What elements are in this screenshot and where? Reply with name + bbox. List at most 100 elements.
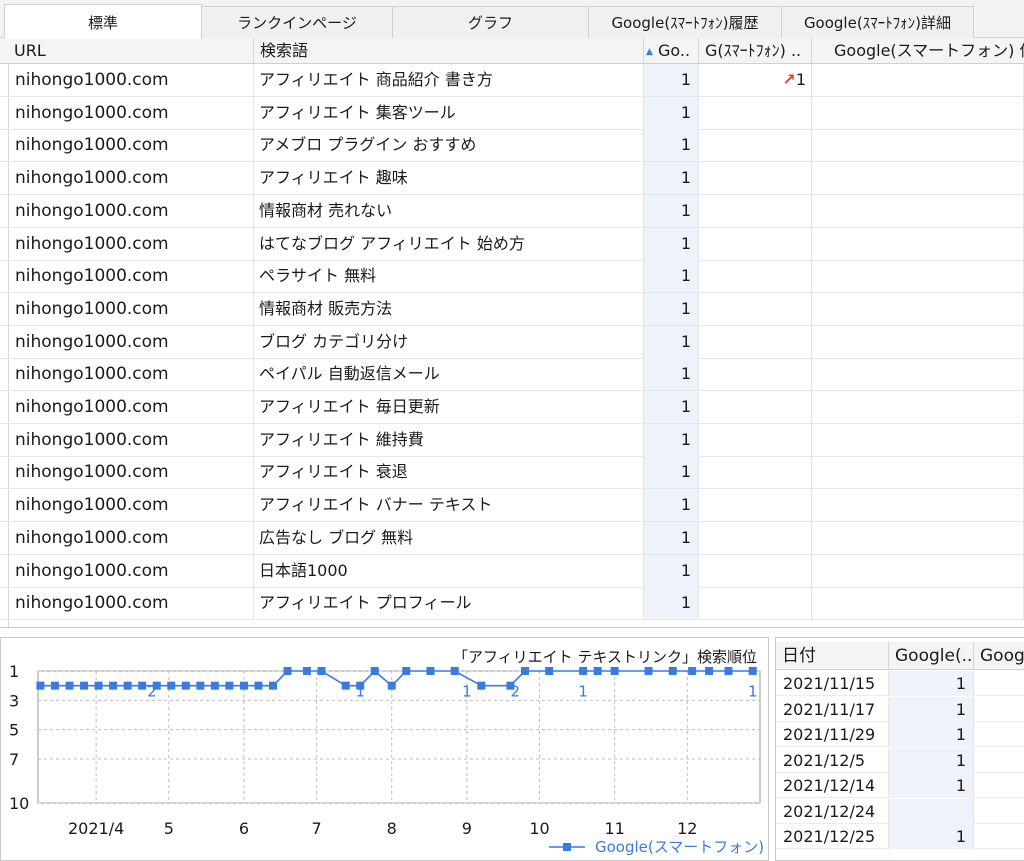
data-point xyxy=(167,681,176,690)
tab-standard[interactable]: 標準 xyxy=(4,4,202,39)
table-row[interactable]: nihongo1000.com アフィリエイト 商品紹介 書き方 1 ↗1 xyxy=(0,64,1024,97)
x-tick-label: 12 xyxy=(677,819,697,838)
cell-keyword: アフィリエイト 毎日更新 xyxy=(254,391,644,423)
table-row[interactable]: nihongo1000.com 情報商材 販売方法 1 xyxy=(0,292,1024,326)
y-tick-label: 1 xyxy=(9,662,19,681)
history-row[interactable]: 2021/12/24 xyxy=(776,798,1024,824)
tab-rank-in-page[interactable]: ランクインページ xyxy=(201,6,393,38)
table-row[interactable]: nihongo1000.com アフィリエイト 集客ツール 1 xyxy=(0,96,1024,130)
history-row[interactable]: 2021/11/15 1 xyxy=(776,671,1024,696)
history-row[interactable]: 2021/12/14 1 xyxy=(776,773,1024,798)
table-row[interactable]: nihongo1000.com 日本語1000 1 xyxy=(0,554,1024,588)
table-row[interactable]: nihongo1000.com アフィリエイト プロフィール 1 xyxy=(0,587,1024,621)
table-row[interactable]: nihongo1000.com アメブロ プラグイン おすすめ 1 xyxy=(0,129,1024,163)
cell-keyword: アフィリエイト 集客ツール xyxy=(254,96,644,129)
cell-keyword: ブログ カテゴリ分け xyxy=(254,325,644,358)
cell-google-smartphone-count xyxy=(812,292,1024,325)
cell-google-rank: 1 xyxy=(644,227,699,260)
cell-google-smartphone-rank xyxy=(699,358,812,391)
data-point xyxy=(254,681,263,690)
y-tick-label: 3 xyxy=(9,691,19,710)
cell-google-rank: 1 xyxy=(644,423,699,456)
cell-url: nihongo1000.com xyxy=(8,456,254,489)
history-cell-google: 1 xyxy=(889,824,974,849)
data-point xyxy=(644,667,653,675)
history-row[interactable]: 2021/11/17 1 xyxy=(776,696,1024,722)
cell-google-smartphone-count xyxy=(812,227,1024,260)
cell-keyword: アメブロ プラグイン おすすめ xyxy=(254,129,644,162)
cell-google-smartphone-count xyxy=(812,391,1024,423)
cell-keyword: 日本語1000 xyxy=(254,554,644,587)
tab-smartphone-history[interactable]: Google(ｽﾏｰﾄﾌｫﾝ)履歴 xyxy=(588,6,782,38)
cell-google-smartphone-rank xyxy=(699,129,812,162)
rank-chart: 「アフィリエイト テキストリンク」検索順位 1 3 5 7 10 2021/4 5 6 7 8 9 10… xyxy=(9,648,764,856)
history-cell-date: 2021/12/25 xyxy=(776,824,889,849)
table-row[interactable]: nihongo1000.com アフィリエイト バナー テキスト 1 xyxy=(0,489,1024,523)
cell-keyword: ペラサイト 無料 xyxy=(254,260,644,293)
cell-url: nihongo1000.com xyxy=(8,292,254,325)
table-row[interactable]: nihongo1000.com ペイパル 自動返信メール 1 xyxy=(0,358,1024,392)
x-tick-label: 10 xyxy=(529,819,549,838)
table-row[interactable]: nihongo1000.com アフィリエイト 衰退 1 xyxy=(0,456,1024,490)
column-header-google[interactable]: ▲ Go.. xyxy=(644,38,699,64)
data-point xyxy=(477,681,486,690)
data-point xyxy=(724,667,733,675)
cell-google-smartphone-rank xyxy=(699,554,812,587)
tab-bar: 標準 ランクインページ グラフ Google(ｽﾏｰﾄﾌｫﾝ)履歴 Google… xyxy=(0,0,1024,39)
cell-google-rank: 1 xyxy=(644,358,699,391)
data-point xyxy=(80,681,89,690)
table-row[interactable]: nihongo1000.com アフィリエイト 維持費 1 xyxy=(0,423,1024,457)
history-row[interactable]: 2021/12/5 1 xyxy=(776,747,1024,773)
cell-url: nihongo1000.com xyxy=(8,587,254,620)
history-cell-google2 xyxy=(974,722,1024,747)
cell-keyword: アフィリエイト 商品紹介 書き方 xyxy=(254,64,644,96)
history-cell-date: 2021/11/15 xyxy=(776,671,889,696)
table-row[interactable]: nihongo1000.com アフィリエイト 趣味 1 xyxy=(0,162,1024,196)
data-point xyxy=(748,667,757,675)
cell-google-rank: 1 xyxy=(644,292,699,325)
cell-google-rank: 1 xyxy=(644,554,699,587)
tab-graph[interactable]: グラフ xyxy=(392,6,589,38)
data-point xyxy=(545,667,554,675)
history-header-google2[interactable]: Goog.. xyxy=(974,642,1024,670)
tab-smartphone-detail[interactable]: Google(ｽﾏｰﾄﾌｫﾝ)詳細 xyxy=(781,6,974,38)
table-row[interactable]: nihongo1000.com アフィリエイト 毎日更新 1 xyxy=(0,391,1024,424)
cell-google-smartphone-rank xyxy=(699,260,812,293)
table-row[interactable]: nihongo1000.com 情報商材 売れない 1 xyxy=(0,194,1024,228)
history-cell-google: 1 xyxy=(889,671,974,696)
cell-google-smartphone-rank xyxy=(699,587,812,620)
cell-google-smartphone-rank xyxy=(699,489,812,522)
cell-google-rank: 1 xyxy=(644,587,699,620)
history-row[interactable]: 2021/11/29 1 xyxy=(776,722,1024,747)
column-header-url[interactable]: URL xyxy=(8,38,254,64)
cell-google-smartphone-rank xyxy=(699,423,812,456)
cell-google-smartphone-rank: ↗1 xyxy=(699,64,812,96)
table-row[interactable]: nihongo1000.com はてなブログ アフィリエイト 始め方 1 xyxy=(0,227,1024,261)
history-cell-date: 2021/12/24 xyxy=(776,798,889,824)
column-header-google-smartphone[interactable]: G(ｽﾏｰﾄﾌｫﾝ) .. xyxy=(699,38,812,64)
cell-keyword: ペイパル 自動返信メール xyxy=(254,358,644,391)
data-point xyxy=(520,667,529,675)
history-header-google[interactable]: Google(.. xyxy=(889,642,974,670)
cell-google-rank: 1 xyxy=(644,64,699,96)
data-point xyxy=(239,681,248,690)
history-row[interactable]: 2021/12/25 1 xyxy=(776,824,1024,849)
data-point xyxy=(50,681,59,690)
history-cell-google2 xyxy=(974,824,1024,849)
data-point xyxy=(426,667,435,675)
column-header-google-smartphone-count[interactable]: Google(スマートフォン) 件数 xyxy=(812,38,1024,64)
cell-keyword: アフィリエイト 衰退 xyxy=(254,456,644,489)
cell-google-rank: 1 xyxy=(644,521,699,554)
data-point xyxy=(593,667,602,675)
x-tick-label: 6 xyxy=(239,819,249,838)
history-cell-google2 xyxy=(974,671,1024,696)
cell-google-smartphone-value: 1 xyxy=(795,70,806,89)
history-header-date[interactable]: 日付 xyxy=(776,642,889,670)
data-point xyxy=(196,681,205,690)
column-header-keyword[interactable]: 検索語 xyxy=(254,38,644,64)
cell-url: nihongo1000.com xyxy=(8,194,254,227)
table-row[interactable]: nihongo1000.com 広告なし ブログ 無料 1 xyxy=(0,521,1024,555)
table-row[interactable]: nihongo1000.com ペラサイト 無料 1 xyxy=(0,260,1024,294)
cell-url: nihongo1000.com xyxy=(8,489,254,522)
table-row[interactable]: nihongo1000.com ブログ カテゴリ分け 1 xyxy=(0,325,1024,359)
